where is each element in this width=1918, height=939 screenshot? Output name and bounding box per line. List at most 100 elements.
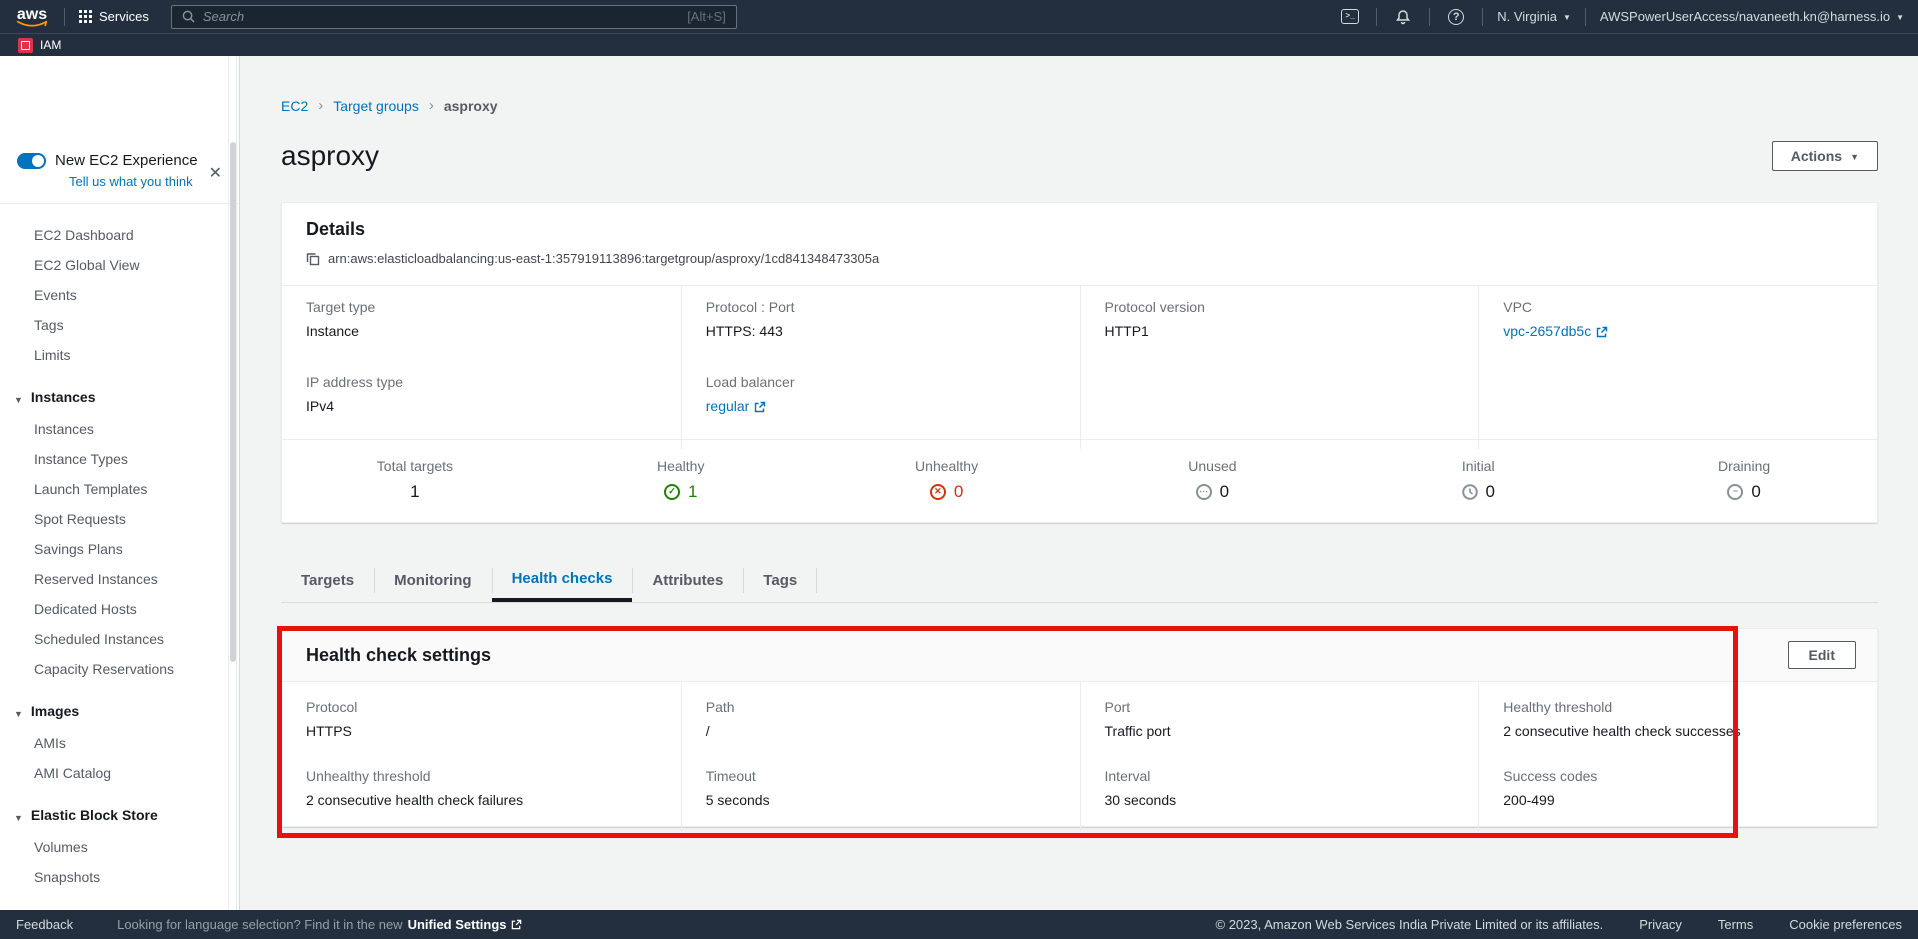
privacy-link[interactable]: Privacy [1639, 917, 1682, 932]
aws-smile-icon [16, 20, 48, 28]
topnav-divider [1429, 8, 1430, 26]
interval-label: Interval [1105, 768, 1455, 785]
sidebar-item-snapshots[interactable]: Snapshots [0, 862, 239, 892]
health-check-settings-title: Health check settings [306, 643, 491, 667]
timeout-label: Timeout [706, 768, 1056, 785]
load-balancer-link[interactable]: regular [706, 398, 767, 415]
search-input[interactable] [203, 9, 679, 24]
copy-icon[interactable] [306, 252, 320, 266]
success-codes-label: Success codes [1503, 768, 1853, 785]
port-label: Port [1105, 699, 1455, 716]
chevron-down-icon: ▼ [1850, 152, 1859, 162]
ec2-sidebar: New EC2 Experience Tell us what you thin… [0, 56, 240, 910]
path-label: Path [706, 699, 1056, 716]
load-balancer-label: Load balancer [706, 374, 1056, 391]
sidebar-item-scheduled-instances[interactable]: Scheduled Instances [0, 624, 239, 654]
sidebar-item-reserved-instances[interactable]: Reserved Instances [0, 564, 239, 594]
total-targets-label: Total targets [377, 458, 453, 474]
healthy-check-icon: ✓ [664, 484, 680, 500]
cloudshell-icon[interactable]: >_ [1338, 7, 1362, 27]
sidebar-item-limits[interactable]: Limits [0, 340, 239, 370]
tab-attributes[interactable]: Attributes [632, 558, 743, 602]
sidebar-item-ec2-dashboard[interactable]: EC2 Dashboard [0, 220, 239, 250]
close-icon[interactable]: ✕ [209, 166, 222, 182]
chevron-down-icon: ▼ [14, 395, 23, 405]
sidebar-scrollbar[interactable] [228, 56, 237, 910]
tab-tags[interactable]: Tags [743, 558, 817, 602]
protocol-port-label: Protocol : Port [706, 299, 1056, 316]
unused-count: 0 [1220, 482, 1229, 502]
unused-label: Unused [1188, 458, 1236, 474]
external-link-icon [511, 919, 522, 930]
sidebar-section-images[interactable]: ▼Images [0, 696, 239, 728]
unhealthy-threshold-value: 2 consecutive health check failures [306, 792, 657, 809]
sidebar-item-dedicated-hosts[interactable]: Dedicated Hosts [0, 594, 239, 624]
sidebar-item-instances[interactable]: Instances [0, 414, 239, 444]
region-label: N. Virginia [1497, 9, 1557, 24]
sidebar-item-instance-types[interactable]: Instance Types [0, 444, 239, 474]
details-card: Details arn:aws:elasticloadbalancing:us-… [281, 202, 1878, 523]
unified-settings-link[interactable]: Unified Settings [408, 917, 522, 932]
favorite-iam-label: IAM [40, 38, 61, 52]
favorite-iam[interactable]: IAM [18, 38, 61, 53]
target-group-arn: arn:aws:elasticloadbalancing:us-east-1:3… [328, 251, 879, 266]
edit-button[interactable]: Edit [1788, 641, 1856, 669]
services-label: Services [99, 9, 149, 24]
favorites-bar: IAM [0, 33, 1918, 56]
services-menu-button[interactable]: Services [79, 9, 149, 24]
sidebar-section-instances[interactable]: ▼Instances [0, 382, 239, 414]
breadcrumb: EC2 › Target groups › asproxy [281, 97, 1878, 114]
account-menu[interactable]: AWSPowerUserAccess/navaneeth.kn@harness.… [1600, 9, 1904, 24]
scrollbar-thumb[interactable] [230, 142, 236, 662]
healthy-count: 1 [688, 482, 697, 502]
protocol-port-value: HTTPS: 443 [706, 323, 1056, 340]
chevron-down-icon: ▼ [14, 813, 23, 823]
search-shortcut-hint: [Alt+S] [687, 9, 726, 24]
global-search[interactable]: [Alt+S] [171, 5, 737, 29]
sidebar-item-spot-requests[interactable]: Spot Requests [0, 504, 239, 534]
feedback-button[interactable]: Feedback [16, 917, 73, 932]
chevron-down-icon: ▼ [14, 709, 23, 719]
topnav-divider [64, 8, 65, 26]
chevron-down-icon: ▼ [1896, 13, 1904, 22]
protocol-version-value: HTTP1 [1105, 323, 1455, 340]
sidebar-item-amis[interactable]: AMIs [0, 728, 239, 758]
port-value: Traffic port [1105, 723, 1455, 740]
page-title: asproxy [281, 140, 379, 172]
sidebar-item-volumes[interactable]: Volumes [0, 832, 239, 862]
health-check-settings-card: Health check settings Edit Protocol HTTP… [281, 628, 1878, 827]
tab-health-checks[interactable]: Health checks [492, 558, 633, 602]
target-type-label: Target type [306, 299, 657, 316]
draining-label: Draining [1718, 458, 1770, 474]
draining-minus-icon: − [1727, 484, 1743, 500]
breadcrumb-target-groups[interactable]: Target groups [333, 98, 419, 114]
new-experience-toggle[interactable] [17, 153, 46, 169]
sidebar-item-tags[interactable]: Tags [0, 310, 239, 340]
notifications-bell-icon[interactable] [1391, 7, 1415, 27]
sidebar-item-ami-catalog[interactable]: AMI Catalog [0, 758, 239, 788]
terms-link[interactable]: Terms [1718, 917, 1753, 932]
actions-button[interactable]: Actions ▼ [1772, 141, 1878, 171]
tab-monitoring[interactable]: Monitoring [374, 558, 491, 602]
aws-logo[interactable]: aws [14, 6, 50, 28]
unhealthy-label: Unhealthy [915, 458, 978, 474]
search-icon [182, 10, 195, 23]
footer: Feedback Looking for language selection?… [0, 910, 1918, 939]
breadcrumb-ec2[interactable]: EC2 [281, 98, 308, 114]
sidebar-item-capacity-reservations[interactable]: Capacity Reservations [0, 654, 239, 684]
topnav-divider [1585, 8, 1586, 26]
tab-targets[interactable]: Targets [281, 558, 374, 602]
help-icon[interactable]: ? [1444, 7, 1468, 27]
success-codes-value: 200-499 [1503, 792, 1853, 809]
sidebar-item-launch-templates[interactable]: Launch Templates [0, 474, 239, 504]
copyright-text: © 2023, Amazon Web Services India Privat… [1216, 917, 1604, 932]
unhealthy-count: 0 [954, 482, 963, 502]
sidebar-section-elastic-block-store[interactable]: ▼Elastic Block Store [0, 800, 239, 832]
sidebar-item-ec2-global-view[interactable]: EC2 Global View [0, 250, 239, 280]
region-selector[interactable]: N. Virginia ▼ [1497, 9, 1571, 24]
sidebar-item-savings-plans[interactable]: Savings Plans [0, 534, 239, 564]
sidebar-item-events[interactable]: Events [0, 280, 239, 310]
cookie-preferences-link[interactable]: Cookie preferences [1789, 917, 1902, 932]
details-grid: Target type Instance IP address type IPv… [282, 286, 1877, 439]
vpc-link[interactable]: vpc-2657db5c [1503, 323, 1608, 340]
